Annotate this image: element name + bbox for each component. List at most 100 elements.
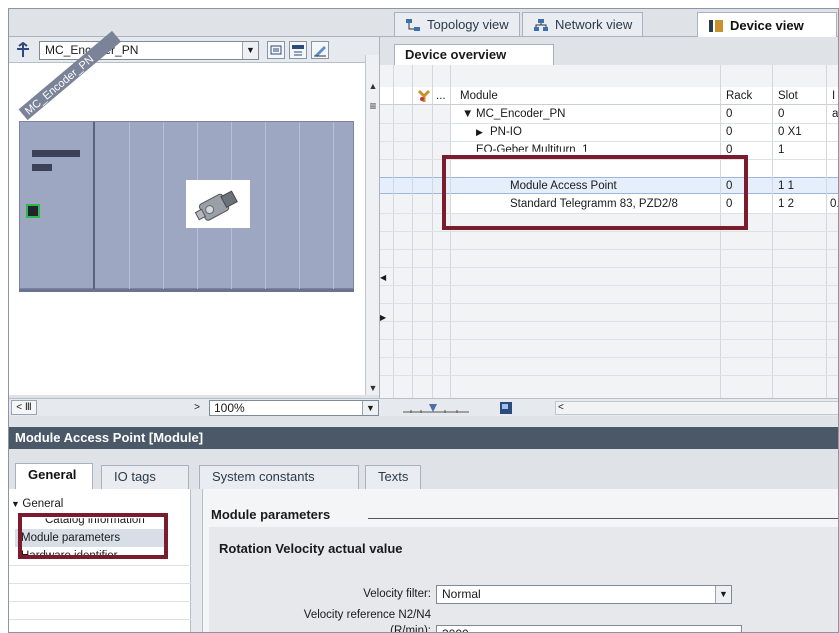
row-slot: 1 2 <box>778 198 794 210</box>
topology-view-label: Topology view <box>427 17 509 32</box>
chevron-down-icon[interactable]: ▼ <box>362 401 378 415</box>
show-addresses-icon[interactable] <box>267 41 285 59</box>
tab-io-tags[interactable]: IO tags <box>101 465 189 489</box>
overview-tab-strip: Device overview <box>379 37 838 66</box>
overview-horizontal-scrollbar[interactable]: < <box>555 401 838 415</box>
chevron-down-icon[interactable]: ▼ <box>715 586 731 603</box>
topology-icon <box>405 18 421 32</box>
encoder-image[interactable] <box>186 180 250 228</box>
scroll-right-icon[interactable]: > <box>189 400 205 415</box>
tab-texts[interactable]: Texts <box>365 465 421 489</box>
device-view-tab[interactable]: Device view <box>697 12 837 38</box>
inspector-nav-tree: ▼ General Catalog information Module par… <box>9 489 191 632</box>
device-overview-tab[interactable]: Device overview <box>394 44 554 66</box>
scroll-left-icon[interactable]: < Ⅲ <box>11 400 37 415</box>
grid-row <box>380 267 838 268</box>
network-view-tab[interactable]: Network view <box>522 12 644 36</box>
grid-row <box>380 357 838 358</box>
scroll-grip-icon[interactable]: ≡ <box>366 99 380 113</box>
collapse-right-icon[interactable]: ▶ <box>380 311 388 325</box>
collapse-left-icon[interactable]: ◀ <box>380 271 388 285</box>
nav-general[interactable]: ▼ General <box>11 495 63 513</box>
row-module[interactable]: PN-IO <box>490 123 522 141</box>
nav-general-label: General <box>22 498 64 510</box>
col-header-slot[interactable]: Slot <box>778 87 798 105</box>
overview-icon[interactable] <box>499 401 513 418</box>
zoom-slider[interactable] <box>401 402 471 417</box>
nav-divider <box>9 583 191 584</box>
col-header-rack[interactable]: Rack <box>726 87 752 105</box>
network-icon <box>533 18 549 32</box>
slot-divider <box>93 122 95 290</box>
velocity-reference-input[interactable]: 3000 <box>436 625 742 632</box>
edit-icon[interactable] <box>311 41 329 59</box>
velocity-reference-unit-label: (R/min): <box>390 625 431 633</box>
expand-down-icon[interactable]: ▼ <box>462 105 473 123</box>
module-status-icon <box>416 89 432 106</box>
slot-line <box>333 122 334 290</box>
col-header-module[interactable]: Module <box>460 87 498 105</box>
velocity-reference-label: Velocity reference N2/N4 <box>303 609 431 621</box>
velocity-filter-select[interactable]: Normal ▼ <box>436 585 732 604</box>
device-icon <box>708 19 724 33</box>
scroll-up-icon[interactable]: ▲ <box>366 79 380 93</box>
grid-row <box>380 339 838 340</box>
section-title: Module parameters <box>211 507 331 522</box>
module-label-bar <box>32 150 80 157</box>
velocity-filter-label: Velocity filter: <box>363 588 431 600</box>
row-rack: 0 <box>726 126 733 138</box>
nav-divider <box>9 565 191 566</box>
row-slot: 0 <box>778 108 785 120</box>
row-rack: 0 <box>726 108 733 120</box>
grid-row <box>380 303 838 304</box>
grid-row <box>380 285 838 286</box>
device-name-label-rotated: MC_Encoder_PN <box>18 30 139 121</box>
grid-row <box>380 123 838 124</box>
device-overview-table[interactable]: ... Module Rack Slot I a ▼ MC_Encoder_PN <box>379 65 839 398</box>
canvas-vertical-scrollbar[interactable]: ▲ ≡ ▼ <box>365 55 379 395</box>
highlight-box-nav <box>18 513 168 559</box>
expand-down-icon[interactable]: ▼ <box>11 499 22 509</box>
network-view-label: Network view <box>555 17 633 32</box>
nav-divider <box>9 601 191 602</box>
col-header-dots: ... <box>436 90 446 102</box>
expand-right-icon[interactable]: ▶ <box>476 123 483 141</box>
scroll-left-icon[interactable]: < <box>558 401 572 415</box>
inspector-title: Module Access Point [Module] <box>9 427 838 449</box>
scroll-down-icon[interactable]: ▼ <box>366 381 380 395</box>
rack-rail <box>19 289 354 292</box>
section-rule <box>368 518 838 519</box>
tab-system-constants[interactable]: System constants <box>199 465 359 489</box>
device-name-rotated-text: MC_Encoder_PN <box>23 53 96 117</box>
nav-splitter[interactable] <box>191 489 203 632</box>
tab-general[interactable]: General <box>15 463 93 490</box>
highlight-box-overview <box>442 155 748 230</box>
encoder-icon <box>194 190 238 221</box>
nav-divider <box>9 619 191 620</box>
row-slot: 1 1 <box>778 180 794 192</box>
topology-view-tab[interactable]: Topology view <box>394 12 520 36</box>
row-slot: 0 X1 <box>778 126 802 138</box>
grid-row <box>380 375 838 376</box>
row-module[interactable]: MC_Encoder_PN <box>476 105 565 123</box>
slot-line <box>299 122 300 290</box>
row-i-address: 0. <box>830 198 839 210</box>
inspector-content: Module parameters Rotation Velocity actu… <box>203 489 838 633</box>
grid-row <box>380 231 838 232</box>
velocity-filter-value: Normal <box>442 587 481 601</box>
grid-row <box>380 321 838 322</box>
zoom-value: 100% <box>214 401 245 415</box>
tia-portal-window: Topology view Network view Device view M… <box>8 8 839 633</box>
show-names-icon[interactable] <box>289 41 307 59</box>
device-rack[interactable] <box>19 121 354 290</box>
col-header-i-address[interactable]: I a <box>832 87 838 120</box>
device-view-label: Device view <box>730 18 804 33</box>
canvas-status-bar: < Ⅲ > 100% ▼ <box>9 398 379 416</box>
port-icon[interactable] <box>26 204 40 218</box>
chevron-down-icon[interactable]: ▼ <box>242 42 258 59</box>
slot-line <box>129 122 130 290</box>
zoom-selector[interactable]: 100% ▼ <box>209 400 379 416</box>
module-label-bar <box>32 164 52 171</box>
subsection-title: Rotation Velocity actual value <box>219 541 403 556</box>
overview-status-bar: < <box>379 398 838 418</box>
